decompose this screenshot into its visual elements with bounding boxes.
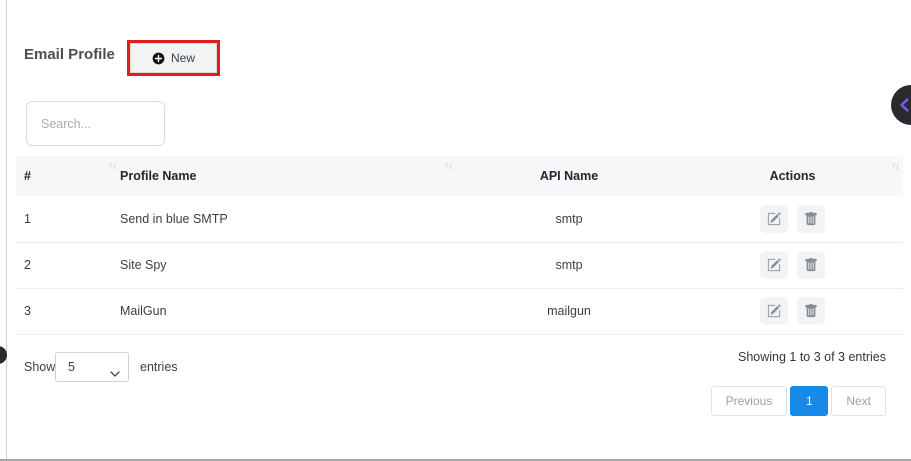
pagination: Previous 1 Next bbox=[711, 386, 886, 416]
table-info: Showing 1 to 3 of 3 entries bbox=[738, 350, 886, 364]
edit-button[interactable] bbox=[760, 251, 788, 279]
api-name-cell: smtp bbox=[456, 242, 682, 288]
entries-label: entries bbox=[140, 360, 178, 374]
trash-icon bbox=[804, 212, 818, 226]
api-name-cell: mailgun bbox=[456, 288, 682, 334]
plus-circle-icon bbox=[152, 52, 165, 65]
profile-name-cell: Site Spy bbox=[120, 242, 456, 288]
edit-icon bbox=[767, 304, 781, 318]
trash-icon bbox=[804, 258, 818, 272]
email-profile-table: # ↑↓ Profile Name ↑↓ API Name Actions ↑↓… bbox=[16, 156, 903, 335]
page-title: Email Profile bbox=[24, 46, 115, 63]
new-button-label: New bbox=[171, 51, 195, 65]
actions-cell bbox=[682, 242, 903, 288]
sort-icon[interactable]: ↑↓ bbox=[445, 161, 453, 172]
left-divider bbox=[6, 0, 7, 461]
actions-cell bbox=[682, 288, 903, 334]
column-header-actions[interactable]: Actions ↑↓ bbox=[682, 156, 903, 196]
sort-icon[interactable]: ↑↓ bbox=[109, 161, 117, 172]
customizer-toggle-button[interactable] bbox=[891, 85, 911, 125]
delete-button[interactable] bbox=[797, 297, 825, 325]
show-label: Show bbox=[24, 360, 55, 374]
table-row: 3 MailGun mailgun bbox=[16, 288, 903, 334]
previous-page-button[interactable]: Previous bbox=[711, 386, 788, 416]
edit-icon bbox=[767, 258, 781, 272]
delete-button[interactable] bbox=[797, 251, 825, 279]
delete-button[interactable] bbox=[797, 205, 825, 233]
column-header-profile-name[interactable]: Profile Name ↑↓ bbox=[120, 156, 456, 196]
search-input[interactable] bbox=[26, 101, 165, 146]
api-name-cell: smtp bbox=[456, 196, 682, 242]
entries-select-wrap: 5 bbox=[55, 352, 129, 382]
next-page-button[interactable]: Next bbox=[831, 386, 886, 416]
table-row: 2 Site Spy smtp bbox=[16, 242, 903, 288]
row-num: 1 bbox=[16, 196, 120, 242]
trash-icon bbox=[804, 304, 818, 318]
table-row: 1 Send in blue SMTP smtp bbox=[16, 196, 903, 242]
edit-button[interactable] bbox=[760, 297, 788, 325]
page-number-button[interactable]: 1 bbox=[790, 386, 828, 416]
email-profile-page: { "page": { "title": "Email Profile", "n… bbox=[0, 0, 911, 461]
edit-button[interactable] bbox=[760, 205, 788, 233]
profile-name-cell: MailGun bbox=[120, 288, 456, 334]
entries-select[interactable]: 5 bbox=[55, 352, 129, 382]
highlight-box: New bbox=[127, 40, 220, 76]
actions-cell bbox=[682, 196, 903, 242]
edit-icon bbox=[767, 212, 781, 226]
row-num: 3 bbox=[16, 288, 120, 334]
column-header-num[interactable]: # ↑↓ bbox=[16, 156, 120, 196]
row-num: 2 bbox=[16, 242, 120, 288]
table-header-row: # ↑↓ Profile Name ↑↓ API Name Actions ↑↓ bbox=[16, 156, 903, 196]
sort-icon[interactable]: ↑↓ bbox=[892, 161, 900, 172]
column-header-api-name[interactable]: API Name bbox=[456, 156, 682, 196]
new-button[interactable]: New bbox=[130, 43, 217, 73]
profile-name-cell: Send in blue SMTP bbox=[120, 196, 456, 242]
